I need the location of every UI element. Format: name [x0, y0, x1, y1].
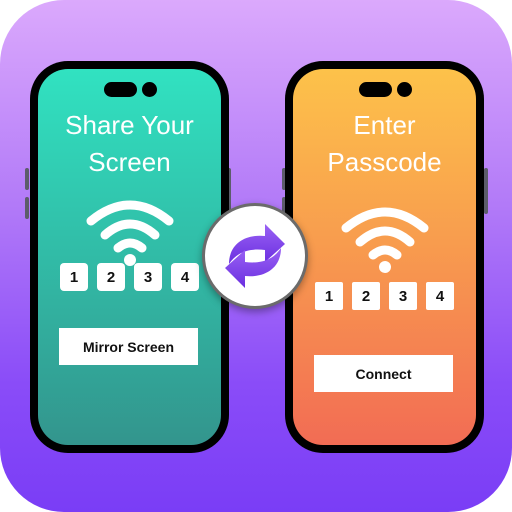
title-line-2: Passcode — [327, 147, 442, 177]
passcode-digit: 2 — [352, 282, 380, 310]
sync-badge — [202, 203, 308, 309]
left-phone: Share Your Screen 1 2 3 4 Mirror Screen — [30, 61, 229, 453]
phone-side-button — [25, 197, 29, 219]
passcode-digits: 1 2 3 4 — [38, 263, 221, 291]
passcode-digit: 4 — [171, 263, 199, 291]
title-line-1: Share Your — [65, 110, 194, 140]
phone-side-button — [484, 168, 488, 214]
connect-button[interactable]: Connect — [314, 355, 453, 392]
right-phone-title: Enter Passcode — [293, 107, 476, 181]
sync-arrows-icon — [225, 224, 285, 288]
mirror-screen-button[interactable]: Mirror Screen — [59, 328, 198, 365]
title-line-2: Screen — [88, 147, 171, 177]
passcode-digit: 2 — [97, 263, 125, 291]
phone-side-button — [25, 168, 29, 190]
passcode-digit: 3 — [134, 263, 162, 291]
passcode-digit: 1 — [315, 282, 343, 310]
right-phone-screen: Enter Passcode 1 2 3 4 Connect — [293, 69, 476, 445]
passcode-digit: 4 — [426, 282, 454, 310]
dynamic-island — [358, 82, 412, 97]
left-phone-title: Share Your Screen — [38, 107, 221, 181]
passcode-digit: 1 — [60, 263, 88, 291]
title-line-1: Enter — [353, 110, 416, 140]
left-phone-screen: Share Your Screen 1 2 3 4 Mirror Screen — [38, 69, 221, 445]
passcode-digit: 3 — [389, 282, 417, 310]
passcode-digits: 1 2 3 4 — [293, 282, 476, 310]
right-phone: Enter Passcode 1 2 3 4 Connect — [285, 61, 484, 453]
wifi-icon — [86, 200, 173, 266]
wifi-icon — [341, 207, 428, 273]
dynamic-island — [103, 82, 157, 97]
